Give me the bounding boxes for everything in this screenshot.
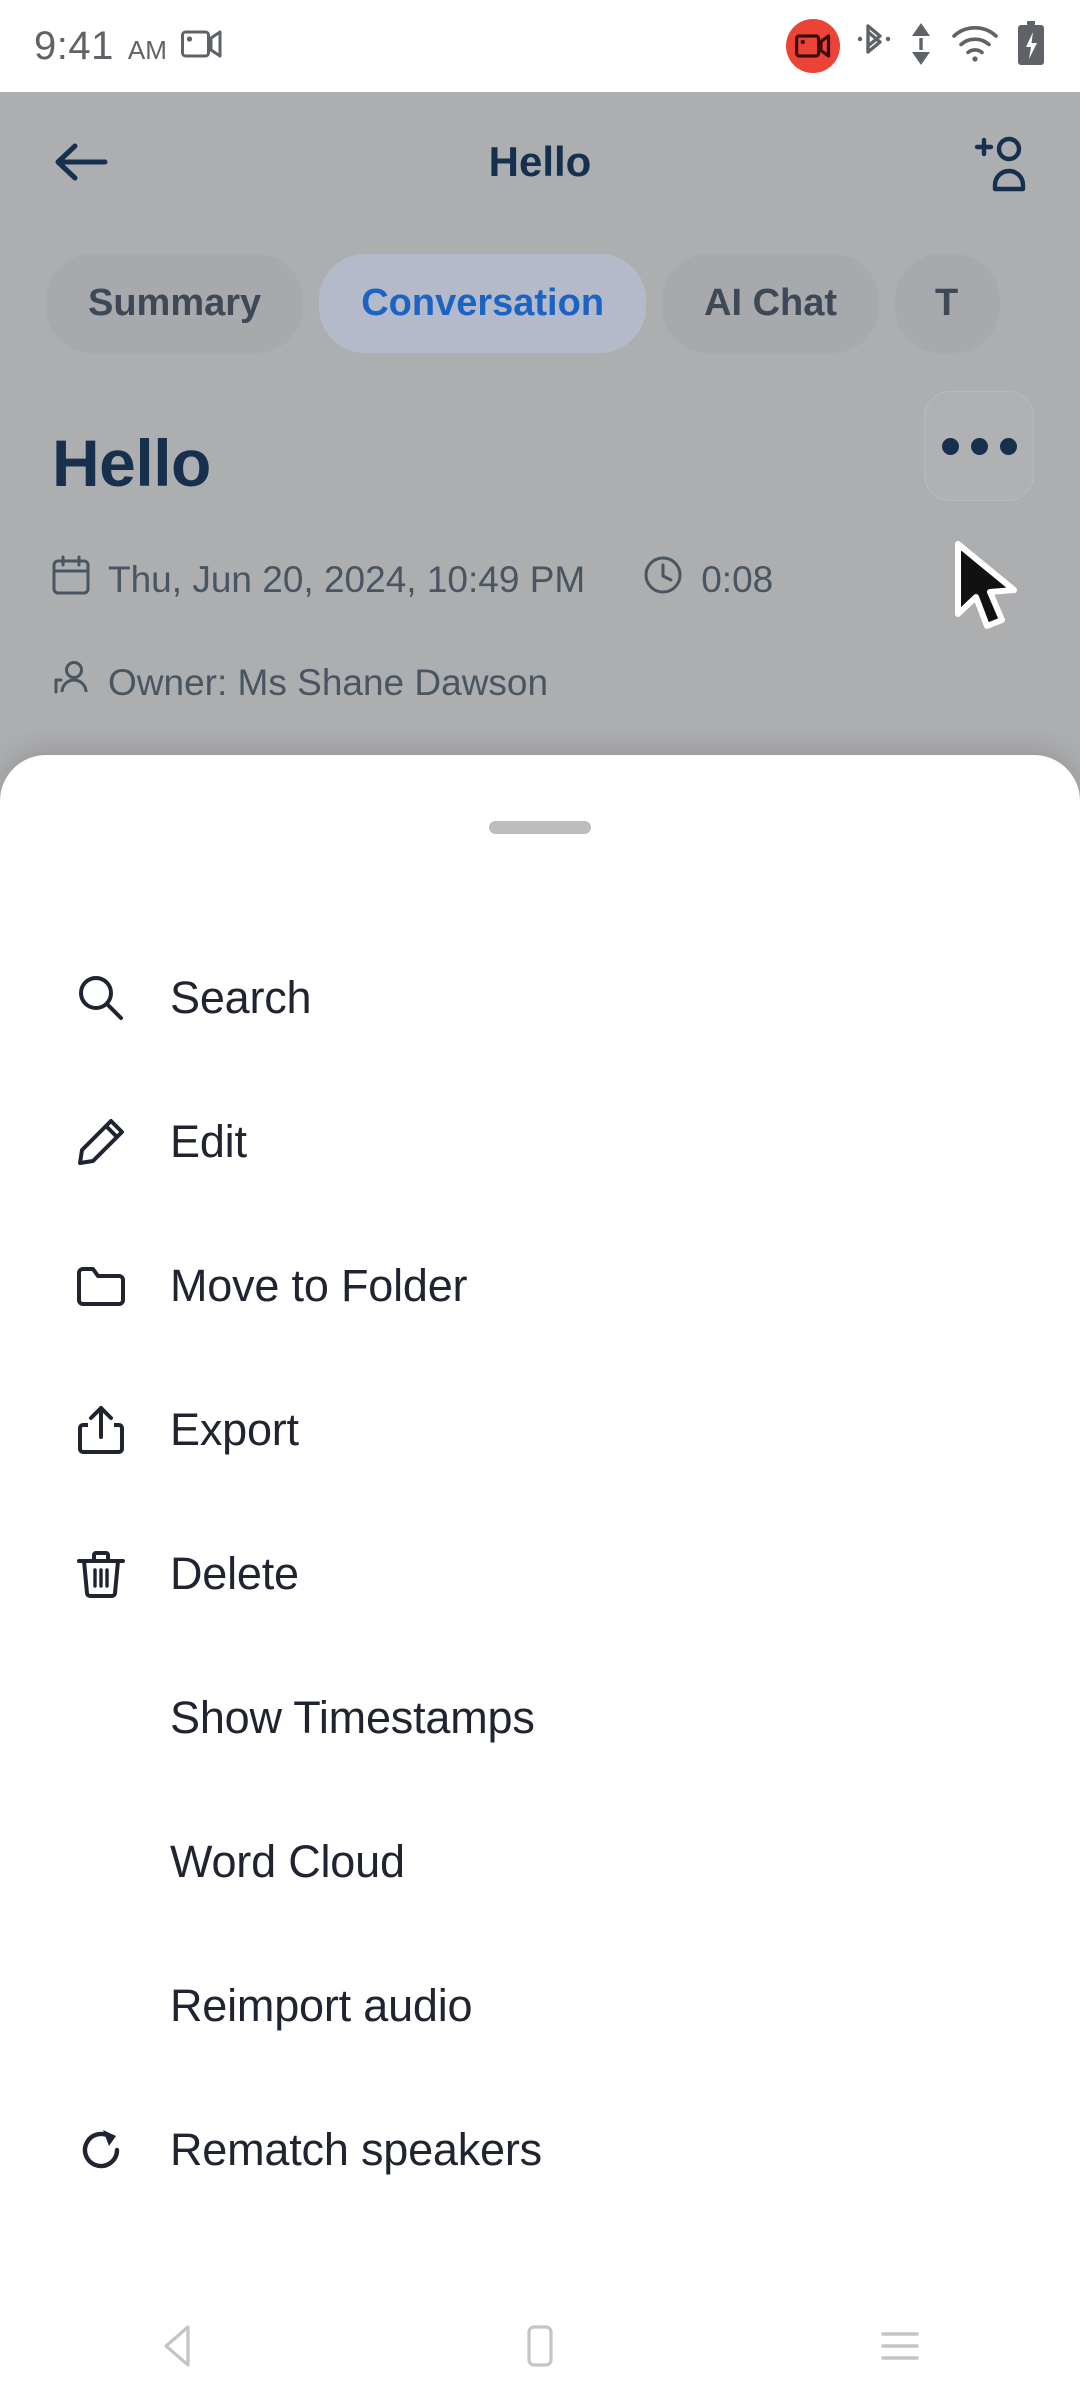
- refresh-icon: [72, 2121, 130, 2179]
- status-bar-left: 9:41 AM: [34, 24, 223, 69]
- sheet-drag-handle[interactable]: [489, 821, 591, 834]
- menu-item-label: Delete: [170, 1548, 299, 1599]
- menu-item-show-timestamps[interactable]: Show Timestamps: [0, 1646, 1080, 1790]
- menu-item-word-cloud[interactable]: Word Cloud: [0, 1790, 1080, 1934]
- menu-item-move-to-folder[interactable]: Move to Folder: [0, 1214, 1080, 1358]
- status-ampm: AM: [127, 34, 167, 65]
- menu-item-label: Reimport audio: [170, 1980, 473, 2031]
- menu-item-label: Word Cloud: [170, 1836, 405, 1887]
- folder-icon: [72, 1257, 130, 1315]
- menu-item-reimport-audio[interactable]: Reimport audio: [0, 1934, 1080, 2078]
- screen-record-badge-icon: [786, 19, 840, 73]
- owner-person-icon: [52, 658, 90, 707]
- search-icon: [72, 969, 130, 1027]
- android-nav-bar: [0, 2292, 1080, 2400]
- menu-item-delete[interactable]: Delete: [0, 1502, 1080, 1646]
- nav-back-button[interactable]: [100, 2292, 260, 2400]
- status-bar: 9:41 AM: [0, 0, 1080, 92]
- tab-summary[interactable]: Summary: [46, 254, 304, 353]
- screen-root: 9:41 AM Hello Summary Conversation AI Ch…: [0, 0, 1080, 2400]
- calendar-icon: [52, 555, 90, 604]
- tab-bar: Summary Conversation AI Chat T: [0, 232, 1080, 353]
- sheet-menu-list: Search Edit Move to Folder Export Delete…: [0, 926, 1080, 2222]
- share-upload-icon: [72, 1401, 130, 1459]
- wifi-icon: [951, 25, 999, 68]
- menu-item-label: Show Timestamps: [170, 1692, 535, 1743]
- trash-icon: [72, 1545, 130, 1603]
- tab-ai-chat[interactable]: AI Chat: [662, 254, 880, 353]
- nav-home-button[interactable]: [460, 2292, 620, 2400]
- kebab-dot-icon: [970, 437, 988, 455]
- record-header: Hello: [0, 353, 1080, 501]
- menu-item-label: Search: [170, 972, 312, 1023]
- mouse-cursor: [952, 540, 1022, 636]
- data-transfer-icon: [908, 21, 934, 72]
- kebab-dot-icon: [941, 437, 959, 455]
- back-button[interactable]: [48, 129, 114, 195]
- menu-item-label: Rematch speakers: [170, 2124, 542, 2175]
- screen-record-small-icon: [180, 28, 223, 65]
- back-arrow-icon: [55, 143, 108, 181]
- record-title: Hello: [52, 426, 211, 500]
- menu-item-label: Move to Folder: [170, 1260, 468, 1311]
- add-person-icon: [974, 136, 1026, 192]
- no-icon-placeholder: [72, 1977, 130, 2035]
- record-meta-row: Thu, Jun 20, 2024, 10:49 PM 0:08: [0, 555, 1080, 604]
- nav-home-icon: [527, 2325, 553, 2367]
- nav-recents-icon: [881, 2332, 919, 2360]
- pencil-icon: [72, 1113, 130, 1171]
- record-duration: 0:08: [701, 558, 774, 600]
- menu-item-label: Edit: [170, 1116, 247, 1167]
- kebab-dot-icon: [999, 437, 1017, 455]
- tab-conversation[interactable]: Conversation: [319, 254, 647, 353]
- status-bar-right: [786, 19, 1046, 73]
- nav-recents-button[interactable]: [820, 2292, 980, 2400]
- app-bar-title: Hello: [488, 138, 592, 185]
- more-options-button[interactable]: [924, 391, 1034, 501]
- clock-icon: [643, 555, 683, 604]
- app-bar: Hello: [0, 92, 1080, 232]
- battery-charging-icon: [1016, 20, 1046, 72]
- record-owner-row: Owner: Ms Shane Dawson: [0, 658, 1080, 707]
- tab-overflow-partial[interactable]: T: [895, 254, 1001, 353]
- menu-item-search[interactable]: Search: [0, 926, 1080, 1070]
- menu-item-export[interactable]: Export: [0, 1358, 1080, 1502]
- menu-item-label: Export: [170, 1404, 299, 1455]
- record-owner: Owner: Ms Shane Dawson: [108, 661, 549, 703]
- record-date: Thu, Jun 20, 2024, 10:49 PM: [108, 558, 586, 600]
- bluetooth-icon: [857, 22, 891, 71]
- add-person-button[interactable]: [966, 126, 1038, 198]
- menu-item-rematch-speakers[interactable]: Rematch speakers: [0, 2078, 1080, 2222]
- menu-item-edit[interactable]: Edit: [0, 1070, 1080, 1214]
- nav-back-icon: [164, 2325, 190, 2367]
- no-icon-placeholder: [72, 1689, 130, 1747]
- bottom-sheet-menu: Search Edit Move to Folder Export Delete…: [0, 755, 1080, 2312]
- no-icon-placeholder: [72, 1833, 130, 1891]
- status-time: 9:41: [34, 23, 114, 68]
